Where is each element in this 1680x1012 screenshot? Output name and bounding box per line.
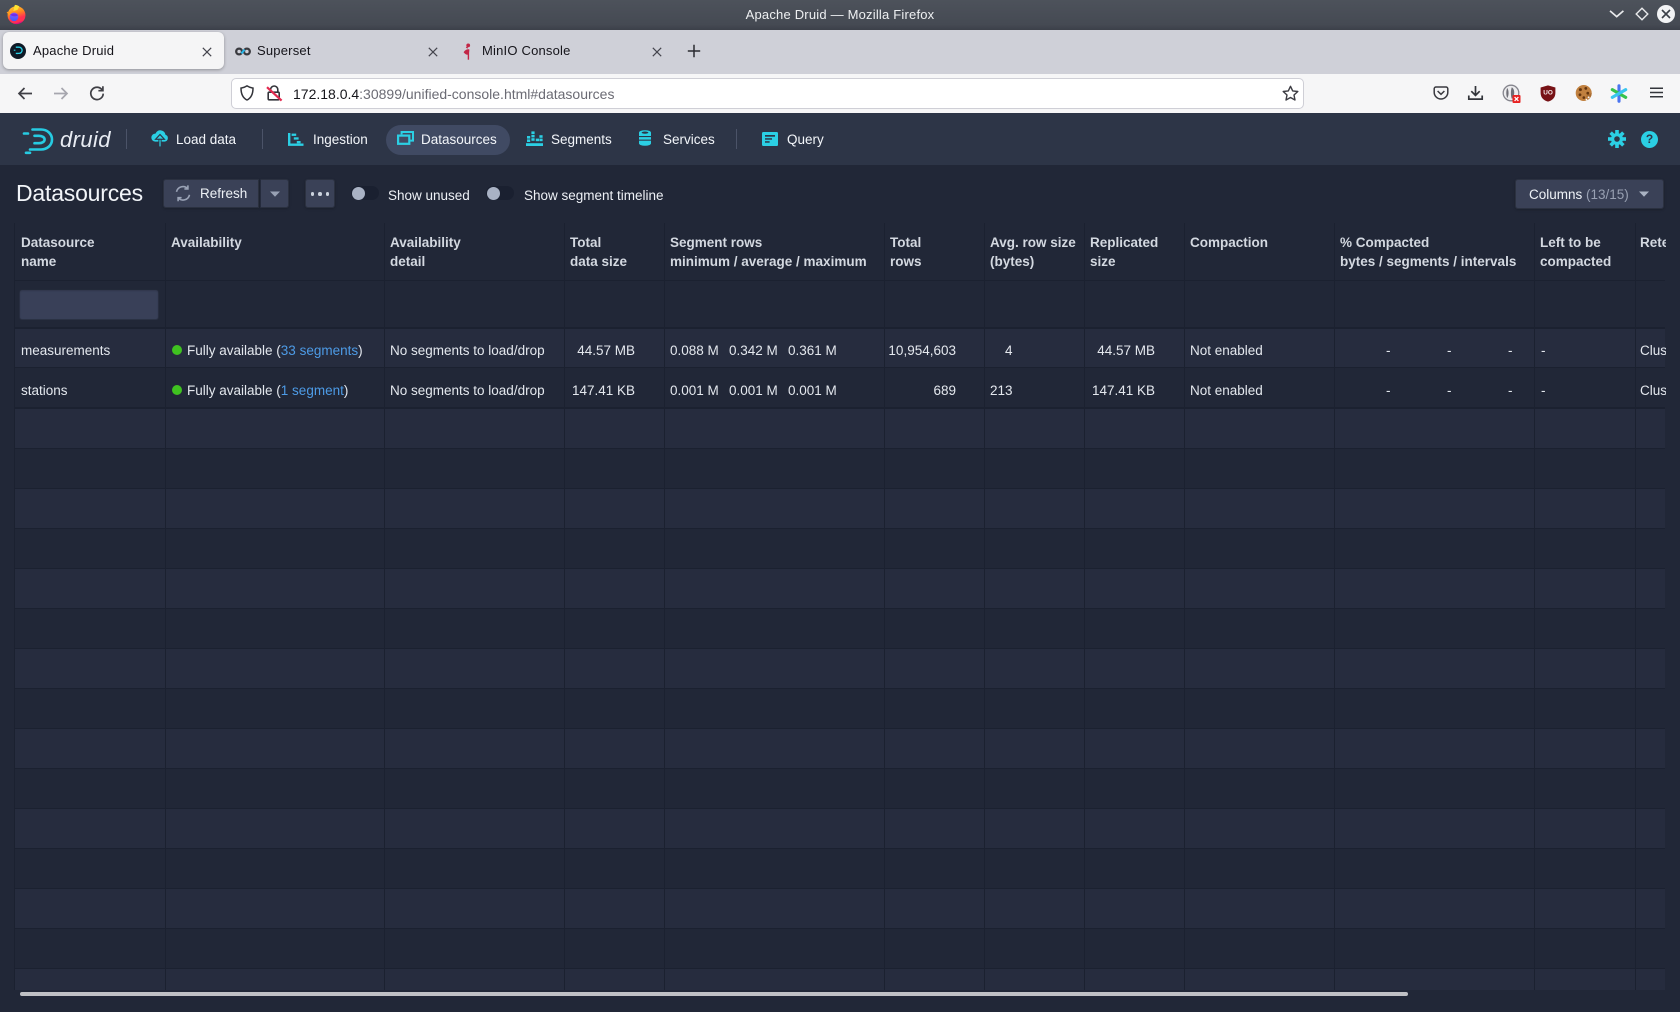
svg-text:UO: UO <box>1543 90 1553 97</box>
